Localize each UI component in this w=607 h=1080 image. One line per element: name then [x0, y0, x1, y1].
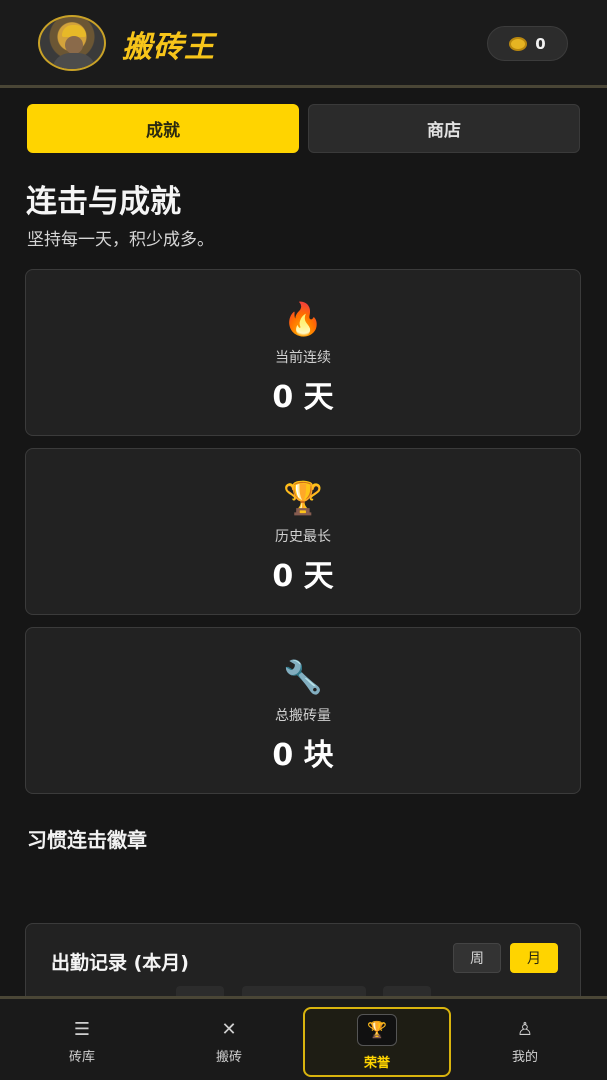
miner-avatar[interactable]	[38, 15, 106, 71]
body-shape	[52, 53, 96, 69]
stat-value: 0 天	[272, 559, 334, 594]
app-header: 搬砖王 0	[0, 0, 607, 88]
streak-badges-title: 习惯连击徽章	[27, 828, 147, 852]
fire-icon: 🔥	[283, 300, 323, 338]
attendance-title: 出勤记录 (本月)	[51, 952, 189, 974]
face-shape	[65, 36, 83, 54]
current-streak-card: 🔥 当前连续 0 天	[25, 269, 581, 436]
tab-achievements[interactable]: 成就	[27, 104, 299, 153]
coin-balance[interactable]: 0	[487, 26, 568, 61]
nav-item-brick-library[interactable]: ☰ 砖库	[8, 1007, 156, 1077]
week-toggle-button[interactable]: 周	[453, 943, 501, 973]
tab-shop[interactable]: 商店	[308, 104, 580, 153]
app-title: 搬砖王	[122, 30, 215, 65]
coin-count: 0	[535, 34, 546, 53]
coin-icon	[509, 36, 528, 51]
bottom-nav: ☰ 砖库 ✕ 搬砖 🏆 荣誉 ♙ 我的	[0, 996, 607, 1080]
user-icon: ♙	[516, 1018, 534, 1040]
stat-label: 总搬砖量	[275, 708, 331, 724]
nav-label: 搬砖	[215, 1049, 242, 1065]
page-subtitle: 坚持每一天，积少成多。	[27, 230, 214, 250]
stat-label: 历史最长	[275, 529, 331, 545]
nav-label: 砖库	[68, 1049, 95, 1065]
stat-label: 当前连续	[275, 350, 331, 366]
page-title: 连击与成就	[26, 184, 181, 220]
menu-icon: ☰	[73, 1018, 91, 1040]
trophy-icon: 🏆	[357, 1013, 397, 1046]
wrench-icon: 🔧	[283, 658, 323, 696]
nav-label: 荣誉	[363, 1055, 390, 1071]
longest-streak-card: 🏆 历史最长 0 天	[25, 448, 581, 615]
nav-label: 我的	[511, 1049, 538, 1065]
nav-item-profile[interactable]: ♙ 我的	[451, 1007, 599, 1077]
trophy-icon: 🏆	[283, 479, 323, 517]
stat-value: 0 块	[272, 738, 334, 773]
total-bricks-card: 🔧 总搬砖量 0 块	[25, 627, 581, 794]
nav-item-work[interactable]: ✕ 搬砖	[155, 1007, 303, 1077]
month-toggle-button[interactable]: 月	[510, 943, 558, 973]
nav-item-honor[interactable]: 🏆 荣誉	[303, 1007, 451, 1077]
stat-value: 0 天	[272, 380, 334, 415]
tools-icon: ✕	[221, 1018, 237, 1040]
